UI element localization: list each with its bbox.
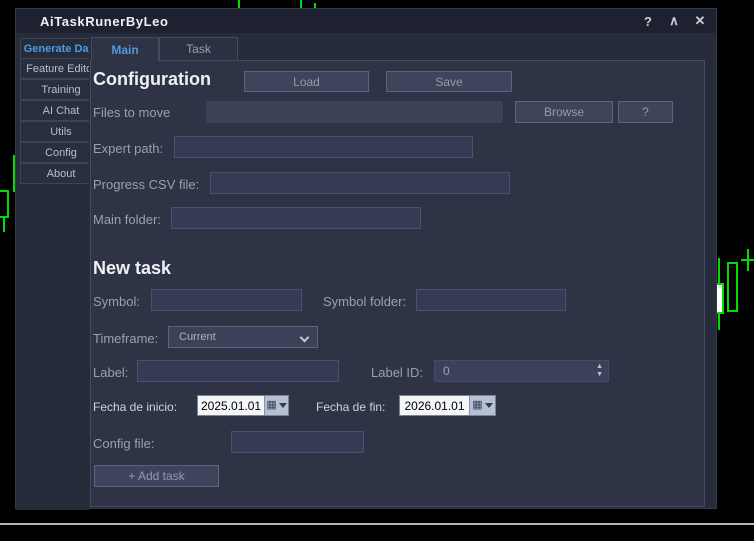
end-date-calendar-button[interactable]: ▦ [469,396,495,415]
timeframe-value: Current [179,331,216,343]
sidebar-item-about[interactable]: About [20,163,89,184]
sidebar-item-generate-data[interactable]: Generate Data [20,38,89,59]
sidebar-item-training[interactable]: Training [20,79,89,100]
files-to-move-label: Files to move [93,105,170,120]
files-to-move-input[interactable] [206,101,503,123]
candle-hollow [727,262,738,312]
config-file-label: Config file: [93,436,154,451]
calendar-icon: ▦ [472,400,482,411]
label-id-label: Label ID: [371,365,423,380]
sidebar: Generate Data Feature Editor Training AI… [16,33,89,510]
main-folder-label: Main folder: [93,212,161,227]
timeframe-select[interactable]: Current [168,326,318,348]
files-help-button[interactable]: ? [618,101,673,123]
candle-wick [238,0,240,8]
candle-wick [3,218,5,232]
candle-hollow [0,190,9,218]
progress-csv-label: Progress CSV file: [93,177,199,192]
add-task-button[interactable]: + Add task [94,465,219,487]
progress-csv-input[interactable] [210,172,510,194]
end-date-label: Fecha de fin: [316,400,385,414]
dropdown-arrow-icon [485,403,493,408]
dropdown-arrow-icon [279,403,287,408]
close-icon[interactable]: ✕ [692,13,708,29]
tab-task[interactable]: Task [159,37,238,61]
app-window: AiTaskRunerByLeo ? ∧ ✕ Generate Data Fea… [15,8,717,509]
end-date-value: 2026.01.01 [400,396,469,415]
end-date-picker[interactable]: 2026.01.01 ▦ [399,395,496,416]
start-date-picker[interactable]: 2025.01.01 ▦ [197,395,289,416]
titlebar[interactable]: AiTaskRunerByLeo ? ∧ ✕ [16,9,716,33]
label-input[interactable] [137,360,339,382]
start-date-label: Fecha de inicio: [93,400,177,414]
expert-path-input[interactable] [174,136,473,158]
save-button[interactable]: Save [386,71,512,92]
calendar-icon: ▦ [266,400,276,411]
spinner-arrows-icon[interactable]: ▲ ▼ [596,363,603,379]
window-controls: ? ∧ ✕ [640,9,708,33]
main-tab-panel [90,60,705,507]
sidebar-item-ai-chat[interactable]: AI Chat [20,100,89,121]
label-label: Label: [93,365,128,380]
symbol-folder-input[interactable] [416,289,566,311]
sidebar-item-utils[interactable]: Utils [20,121,89,142]
start-date-value: 2025.01.01 [198,396,264,415]
main-folder-input[interactable] [171,207,421,229]
window-title: AiTaskRunerByLeo [40,14,169,29]
browse-button[interactable]: Browse [515,101,613,123]
symbol-folder-label: Symbol folder: [323,294,406,309]
configuration-heading: Configuration [93,69,211,90]
chevron-down-icon [300,333,310,343]
sidebar-item-config[interactable]: Config [20,142,89,163]
chart-baseline [0,523,754,525]
sidebar-item-feature-editor[interactable]: Feature Editor [20,58,89,79]
config-file-input[interactable] [231,431,364,453]
label-id-stepper[interactable]: 0 ▲ ▼ [434,360,609,382]
minimize-icon[interactable]: ∧ [666,13,682,29]
symbol-label: Symbol: [93,294,140,309]
start-date-calendar-button[interactable]: ▦ [264,396,288,415]
symbol-input[interactable] [151,289,302,311]
help-icon[interactable]: ? [640,14,656,29]
expert-path-label: Expert path: [93,141,163,156]
load-button[interactable]: Load [244,71,369,92]
candle-cross [747,249,749,271]
timeframe-label: Timeframe: [93,331,158,346]
new-task-heading: New task [93,258,171,279]
label-id-value: 0 [443,364,450,378]
tab-main[interactable]: Main [91,37,159,61]
